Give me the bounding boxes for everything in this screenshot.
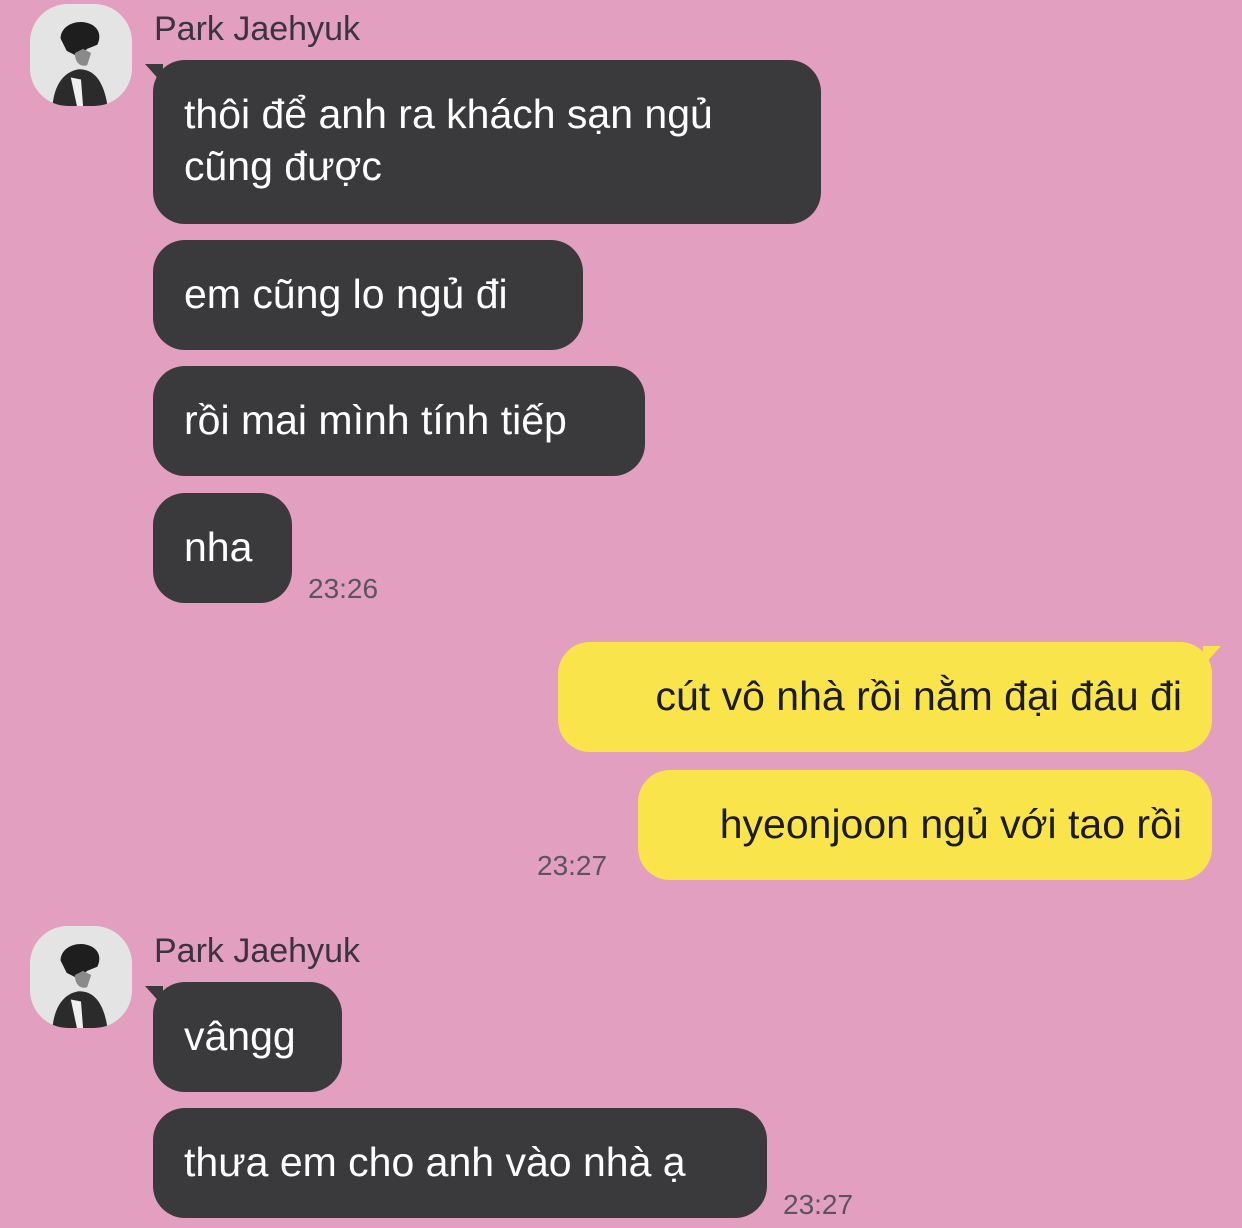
message-text: hyeonjoon ngủ với tao rồi bbox=[719, 801, 1182, 847]
message-text: rồi mai mình tính tiếp bbox=[184, 397, 567, 443]
outgoing-message-bubble[interactable]: cút vô nhà rồi nằm đại đâu đi bbox=[558, 642, 1212, 752]
message-text-line: cũng được bbox=[184, 143, 382, 189]
message-text-line: thôi để anh ra khách sạn ngủ bbox=[184, 91, 713, 137]
incoming-message-bubble[interactable]: vângg bbox=[153, 982, 342, 1092]
outgoing-message-bubble[interactable]: hyeonjoon ngủ với tao rồi bbox=[638, 770, 1212, 880]
message-timestamp: 23:27 bbox=[537, 850, 608, 881]
sender-name: Park Jaehyuk bbox=[154, 932, 360, 970]
message-text: thưa em cho anh vào nhà ạ bbox=[184, 1139, 686, 1185]
sender-name: Park Jaehyuk bbox=[154, 10, 360, 48]
sender-avatar[interactable] bbox=[30, 926, 132, 1028]
message-text: nha bbox=[184, 524, 253, 570]
message-timestamp: 23:27 bbox=[783, 1189, 854, 1220]
incoming-message-bubble[interactable]: thôi để anh ra khách sạn ngủ cũng được bbox=[153, 60, 821, 224]
message-text: em cũng lo ngủ đi bbox=[184, 271, 508, 317]
incoming-message-bubble[interactable]: thưa em cho anh vào nhà ạ bbox=[153, 1108, 767, 1218]
message-text: vângg bbox=[184, 1013, 296, 1059]
incoming-message-bubble[interactable]: nha bbox=[153, 493, 292, 603]
person-profile-icon bbox=[30, 4, 132, 106]
incoming-message-bubble[interactable]: rồi mai mình tính tiếp bbox=[153, 366, 645, 476]
sender-avatar[interactable] bbox=[30, 4, 132, 106]
person-profile-icon bbox=[30, 926, 132, 1028]
message-text: cút vô nhà rồi nằm đại đâu đi bbox=[655, 673, 1183, 719]
incoming-message-bubble[interactable]: em cũng lo ngủ đi bbox=[153, 240, 583, 350]
message-timestamp: 23:26 bbox=[308, 573, 379, 604]
